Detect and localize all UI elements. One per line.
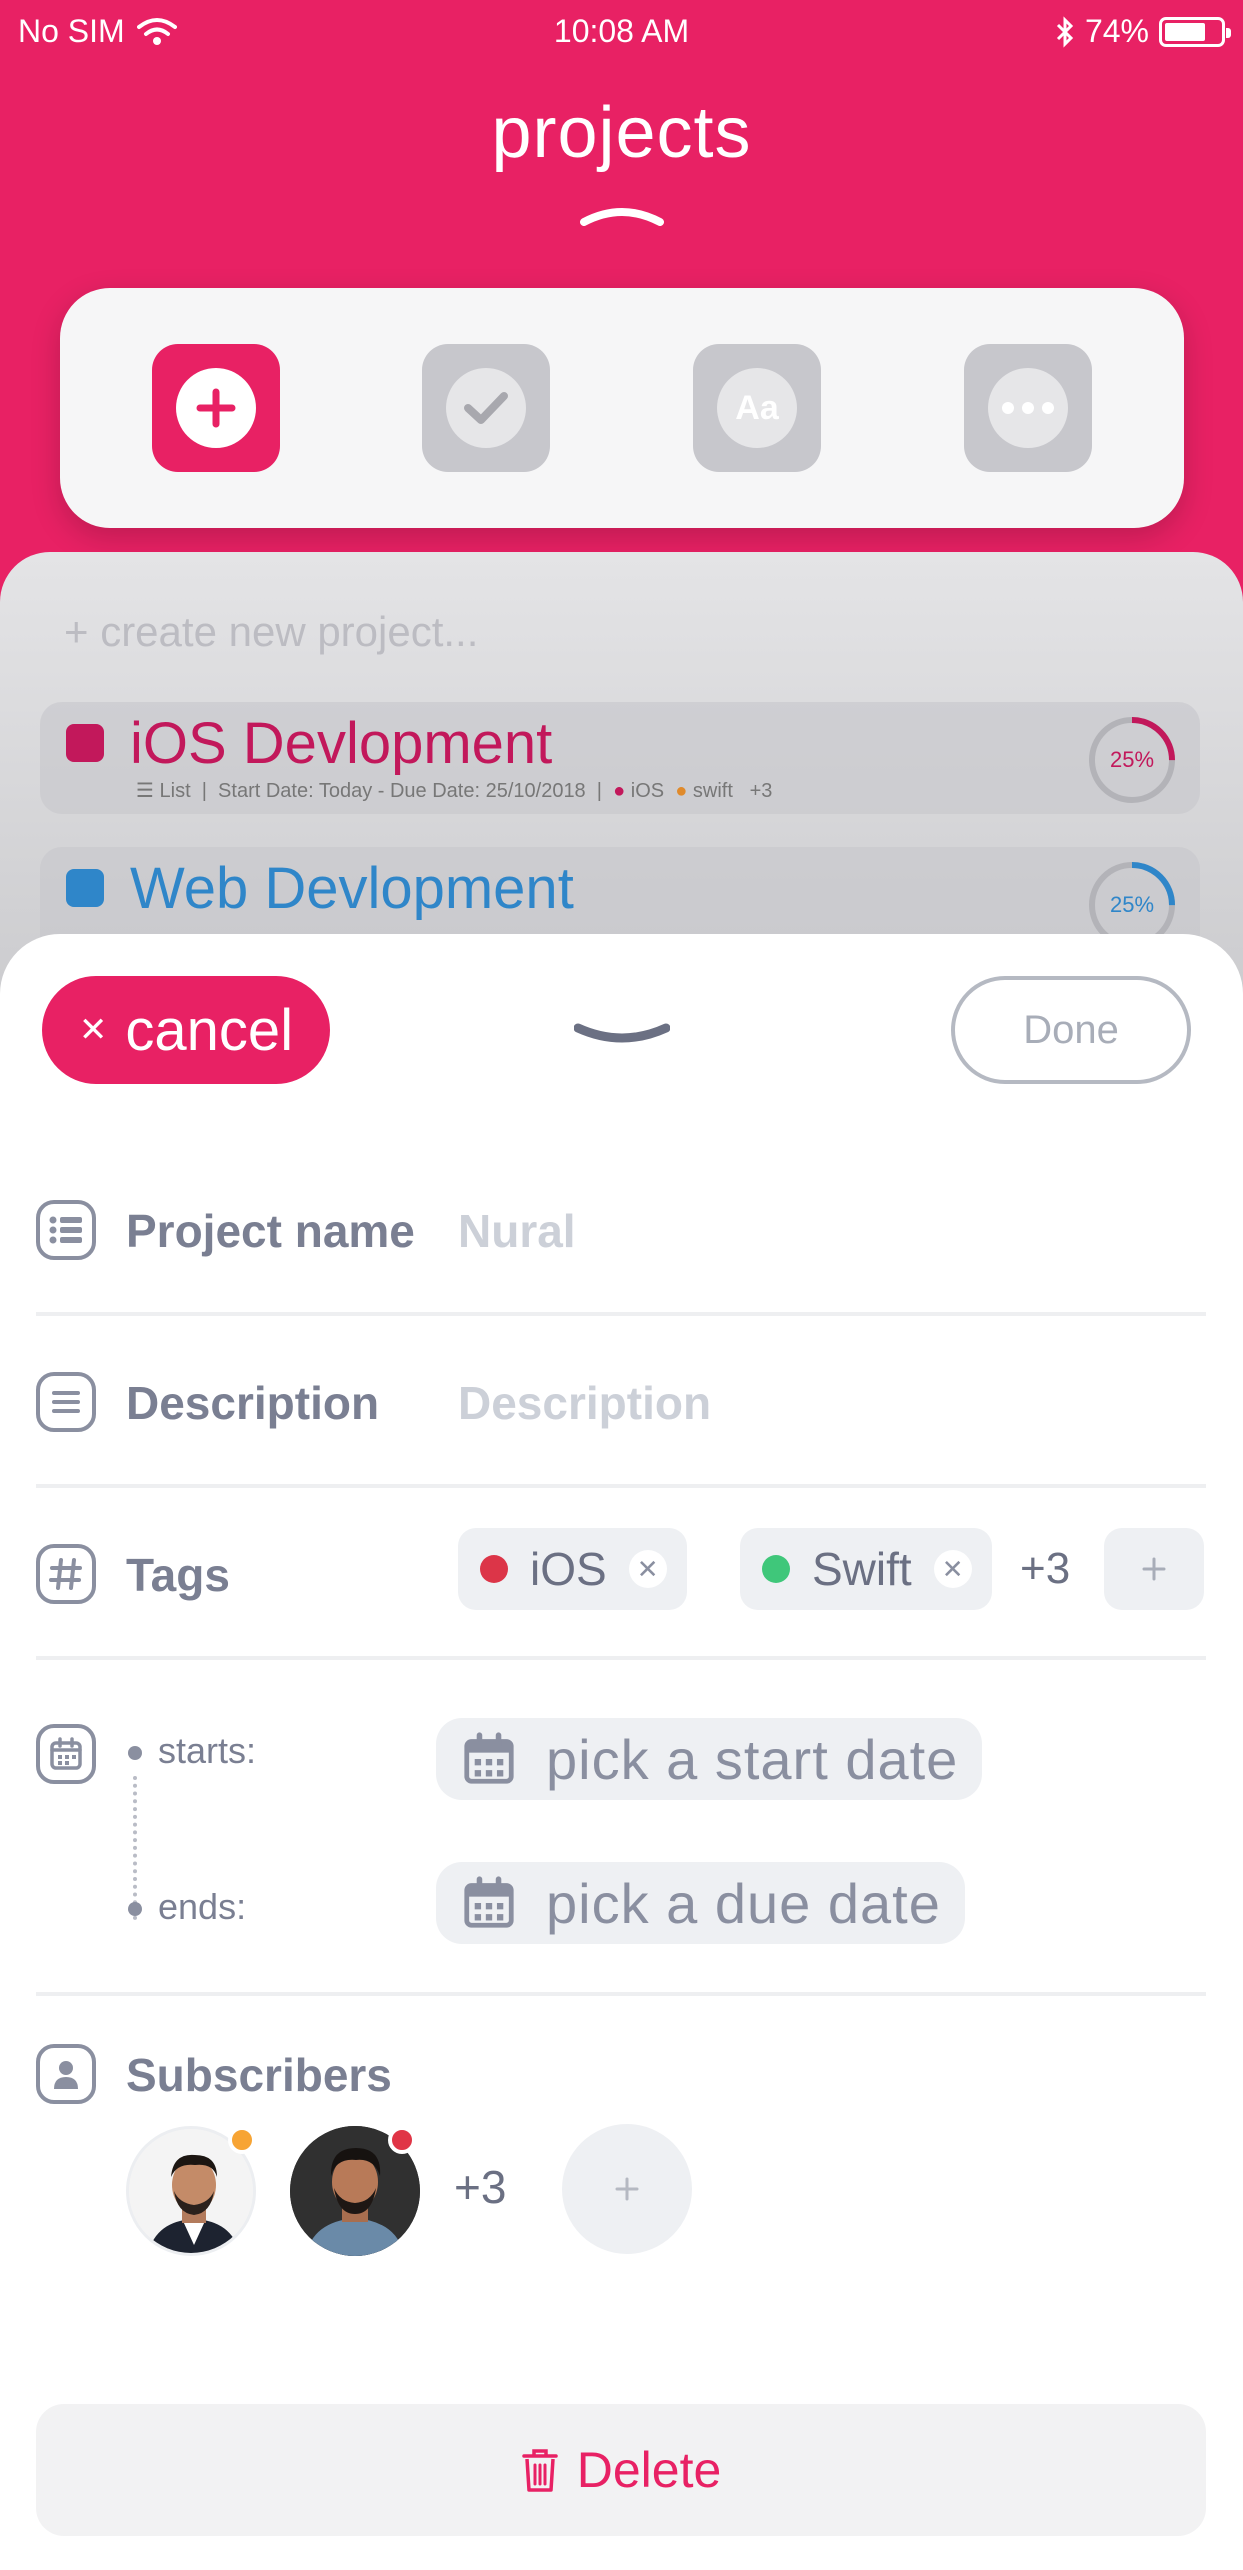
project-color-square	[66, 724, 104, 762]
timeline-dot	[128, 1902, 142, 1916]
presence-dot	[228, 2126, 256, 2154]
battery-icon	[1159, 16, 1231, 47]
plus-icon	[615, 2177, 639, 2201]
start-date-picker[interactable]: pick a start date	[436, 1718, 983, 1800]
progress-ring: 25%	[1086, 714, 1178, 806]
create-project-input[interactable]: + create new project...	[64, 608, 478, 656]
description-input[interactable]: Description	[458, 1376, 711, 1430]
remove-tag-icon[interactable]: ✕	[933, 1550, 972, 1588]
edit-project-sheet: ✕ cancel Done Project name Nural Descrip…	[0, 934, 1243, 2570]
hashtag-icon	[36, 1544, 96, 1604]
header: No SIM 10:08 AM 74% projects Aa	[0, 0, 1243, 620]
check-icon	[446, 368, 526, 448]
calendar-icon	[464, 1732, 514, 1784]
rename-button[interactable]: Aa	[693, 344, 821, 472]
project-name: Web Devlopment	[130, 856, 574, 921]
action-toolbar: Aa	[60, 288, 1184, 528]
add-tag-button[interactable]	[1104, 1528, 1204, 1610]
chevron-down-icon[interactable]	[574, 1022, 670, 1048]
subscribers-more-count[interactable]: +3	[454, 2160, 506, 2214]
list-icon	[36, 1200, 96, 1260]
project-card[interactable]: iOS Devlopment ☰ List | Start Date: Toda…	[40, 702, 1200, 814]
description-label: Description	[126, 1377, 380, 1429]
add-subscriber-button[interactable]	[562, 2124, 692, 2254]
page-title: projects	[491, 93, 752, 173]
divider	[36, 1484, 1206, 1488]
subscribers-label: Subscribers	[126, 2049, 392, 2101]
add-icon	[176, 368, 256, 448]
tags-more-count[interactable]: +3	[1020, 1544, 1070, 1594]
calendar-icon	[464, 1876, 514, 1928]
delete-button[interactable]: Delete	[36, 2404, 1206, 2536]
timeline-dot	[128, 1746, 142, 1760]
tag-color-dot	[480, 1555, 508, 1583]
presence-dot	[388, 2126, 416, 2154]
due-date-picker[interactable]: pick a due date	[436, 1862, 965, 1944]
complete-button[interactable]	[422, 344, 550, 472]
trash-icon	[521, 2449, 558, 2492]
battery-percent: 74%	[1084, 13, 1149, 49]
user-icon	[36, 2044, 96, 2104]
chevron-up-icon[interactable]	[580, 204, 664, 226]
bluetooth-icon	[1056, 15, 1074, 48]
plus-icon	[1142, 1557, 1166, 1581]
close-icon: ✕	[78, 1011, 108, 1049]
starts-label: starts:	[158, 1730, 257, 1771]
project-name-label: Project name	[126, 1205, 415, 1257]
text-format-icon: Aa	[717, 368, 797, 448]
status-bar: No SIM 10:08 AM 74%	[0, 0, 1243, 62]
more-icon	[988, 368, 1068, 448]
description-icon	[36, 1372, 96, 1432]
project-name: iOS Devlopment	[130, 711, 553, 776]
list-icon: ☰	[136, 780, 160, 802]
tag-chip[interactable]: Swift ✕	[740, 1528, 992, 1610]
tags-label: Tags	[126, 1549, 230, 1601]
tag-color-dot	[762, 1555, 790, 1583]
more-options-button[interactable]	[964, 344, 1092, 472]
divider	[36, 1312, 1206, 1316]
project-name-input[interactable]: Nural	[458, 1204, 576, 1258]
progress-label: 25%	[1109, 747, 1155, 772]
remove-tag-icon[interactable]: ✕	[628, 1550, 667, 1588]
calendar-icon	[36, 1724, 96, 1784]
timeline-connector	[133, 1776, 137, 1920]
project-meta: ☰ List | Start Date: Today - Due Date: 2…	[136, 780, 773, 802]
add-project-button[interactable]	[152, 344, 280, 472]
tag-chip[interactable]: iOS ✕	[458, 1528, 687, 1610]
divider	[36, 1656, 1206, 1660]
project-color-square	[66, 869, 104, 907]
done-button[interactable]: Done	[951, 976, 1191, 1084]
cancel-button[interactable]: ✕ cancel	[42, 976, 330, 1084]
divider	[36, 1992, 1206, 1996]
ends-label: ends:	[158, 1886, 247, 1927]
